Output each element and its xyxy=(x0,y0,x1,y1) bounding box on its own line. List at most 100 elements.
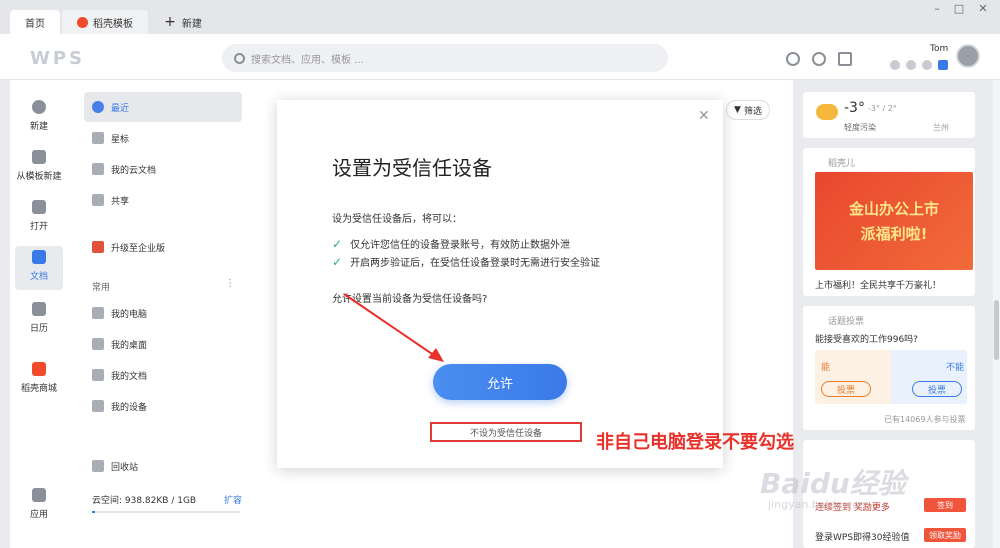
watermark: Baidu经验 xyxy=(760,467,906,500)
deny-trusted-link[interactable]: 不设为受信任设备 xyxy=(430,422,582,442)
wps-logo: WPS xyxy=(30,48,86,69)
close-window-icon[interactable]: ✕ xyxy=(976,2,990,16)
vote-question: 能接受喜欢的工作996吗? xyxy=(815,335,918,345)
sidebar-label: 我的桌面 xyxy=(111,340,148,351)
ad-banner-line2: 派福利啦! xyxy=(860,225,928,243)
ad-banner-line1: 金山办公上市 xyxy=(848,200,939,218)
sidebar-label: 升级至企业版 xyxy=(111,243,166,254)
docer-icon xyxy=(77,16,88,28)
document-icon xyxy=(32,250,46,264)
vote-yes-button[interactable]: 投票 xyxy=(821,381,871,397)
avatar[interactable] xyxy=(956,44,980,68)
sidebar-item-computer[interactable]: 我的电脑 xyxy=(84,298,242,328)
sidebar-item-documents[interactable]: 我的文档 xyxy=(84,360,242,390)
sidebar-label: 我的云文档 xyxy=(111,165,157,176)
calendar-icon xyxy=(32,302,46,316)
nav-documents[interactable]: 文档 xyxy=(15,246,63,290)
benefit-text-2: 开启两步验证后，在受信任设备登录时无需进行安全验证 xyxy=(350,258,601,269)
tab-template[interactable]: 稻壳模板 xyxy=(62,10,148,34)
sidebar-item-cloud[interactable]: 我的云文档 xyxy=(84,154,242,184)
search-placeholder: 搜索文档、应用、模板 ... xyxy=(251,54,364,66)
headset-icon[interactable] xyxy=(786,52,800,66)
shop-icon xyxy=(32,362,46,376)
new-tab-label: 新建 xyxy=(181,18,202,30)
tab-home[interactable]: 首页 xyxy=(10,10,60,34)
sidebar-item-recent[interactable]: 最近 xyxy=(84,92,242,122)
nav-label: 日历 xyxy=(29,324,48,334)
template-icon xyxy=(32,150,46,164)
shirt-icon[interactable] xyxy=(838,52,852,66)
sidebar-item-desktop[interactable]: 我的桌面 xyxy=(84,329,242,359)
search-input[interactable]: 搜索文档、应用、模板 ... xyxy=(222,44,668,72)
member-icon xyxy=(938,60,948,70)
scrollbar-thumb[interactable] xyxy=(994,300,999,360)
sidebar-label: 共享 xyxy=(111,196,130,207)
devices-icon xyxy=(92,400,104,412)
vote-no-label: 不能 xyxy=(946,363,965,373)
sidebar-item-star[interactable]: 星标 xyxy=(84,123,242,153)
ad-banner[interactable]: 金山办公上市 派福利啦! xyxy=(815,172,973,270)
temp-range: -3° / 2° xyxy=(868,104,897,113)
vote-head: 话题投票 xyxy=(828,317,865,327)
checkin-button[interactable]: 签到 xyxy=(924,498,966,512)
filter-icon: ▼ xyxy=(734,105,741,115)
storage-text: 云空间: 938.82KB / 1GB xyxy=(92,496,197,506)
minimize-icon[interactable]: – xyxy=(930,2,944,16)
nav-open[interactable]: 打开 xyxy=(10,200,68,244)
sidebar-label: 我的文档 xyxy=(111,371,148,382)
tab-bar xyxy=(0,0,1000,34)
nav-calendar[interactable]: 日历 xyxy=(10,302,68,346)
gear-icon[interactable] xyxy=(812,52,826,66)
check-icon: ✓ xyxy=(332,236,343,251)
maximize-icon[interactable]: □ xyxy=(952,2,966,16)
ad-caption[interactable]: 上市福利！全民共享千万豪礼！ xyxy=(815,278,941,291)
cloud-icon xyxy=(92,163,104,175)
computer-icon xyxy=(92,307,104,319)
nav-label: 新建 xyxy=(29,122,48,132)
nav-from-template[interactable]: 从模板新建 xyxy=(10,150,68,194)
task-line2: 登录WPS即得30经验值 xyxy=(815,533,910,543)
annotation-arrow xyxy=(343,293,444,362)
storage-bar xyxy=(92,511,240,513)
common-title: 常用 xyxy=(92,283,111,293)
vote-no-button[interactable]: 投票 xyxy=(912,381,962,397)
search-icon xyxy=(234,52,245,64)
tab-home-label: 首页 xyxy=(25,18,45,30)
tab-template-label: 稻壳模板 xyxy=(93,18,133,30)
expand-link[interactable]: 扩容 xyxy=(224,493,242,506)
folder-icon xyxy=(92,369,104,381)
nav-apps[interactable]: 应用 xyxy=(10,488,68,532)
share-icon xyxy=(92,194,104,206)
plus-icon: + xyxy=(164,14,176,30)
ad-source: 稻壳儿 xyxy=(828,159,856,169)
filter-label: 筛选 xyxy=(743,106,762,117)
user-name[interactable]: Tom xyxy=(930,44,948,54)
plus-circle-icon xyxy=(32,100,46,114)
sidebar-item-share[interactable]: 共享 xyxy=(84,185,242,215)
more-icon[interactable]: ⋮ xyxy=(225,278,235,289)
nav-label: 稻壳商城 xyxy=(20,384,57,394)
filter-button[interactable]: ▼ 筛选 xyxy=(726,100,770,120)
claim-reward-button[interactable]: 领取奖励 xyxy=(924,528,966,542)
nav-docer-store[interactable]: 稻壳商城 xyxy=(10,362,68,406)
badge-icon xyxy=(890,60,900,70)
desktop-icon xyxy=(92,338,104,350)
dialog-title: 设置为受信任设备 xyxy=(332,156,492,180)
sidebar-label: 星标 xyxy=(111,134,130,145)
check-icon: ✓ xyxy=(332,254,343,269)
vote-yes-label: 能 xyxy=(821,363,831,373)
trash-icon xyxy=(92,460,104,472)
sidebar-item-devices[interactable]: 我的设备 xyxy=(84,391,242,421)
benefit-line-2: ✓ 开启两步验证后，在受信任设备登录时无需进行安全验证 xyxy=(332,254,601,270)
sidebar-item-enterprise[interactable]: 升级至企业版 xyxy=(84,232,242,262)
nav-label: 应用 xyxy=(29,510,48,520)
new-tab-button[interactable]: + 新建 xyxy=(158,10,208,34)
nav-label: 从模板新建 xyxy=(16,172,62,182)
allow-button[interactable]: 允许 xyxy=(433,364,567,400)
dialog-intro: 设为受信任设备后，将可以： xyxy=(332,214,462,225)
temperature: -3° xyxy=(844,100,865,116)
close-icon[interactable]: ✕ xyxy=(698,108,710,124)
nav-new[interactable]: 新建 xyxy=(10,100,68,144)
sidebar-label: 我的设备 xyxy=(111,402,148,413)
sidebar-item-recycle[interactable]: 回收站 xyxy=(84,451,242,481)
